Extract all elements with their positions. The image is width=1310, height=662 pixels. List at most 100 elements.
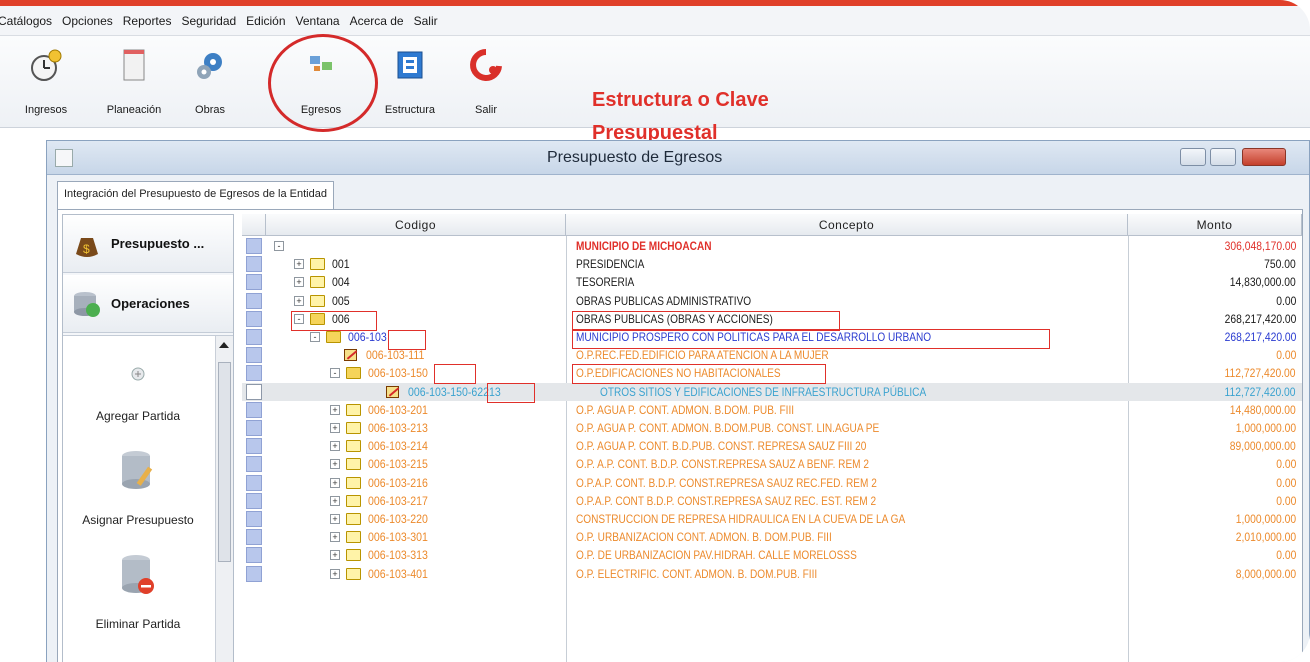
table-row[interactable]: +006-103-301 O.P. URBANIZACION CONT. ADMO… — [242, 528, 1302, 546]
cell-monto: 0.00 — [1275, 348, 1296, 363]
row-selector[interactable] — [246, 565, 262, 582]
row-selector[interactable] — [246, 456, 262, 473]
scroll-up-icon[interactable] — [219, 342, 229, 348]
cell-concepto: CONSTRUCCION DE REPRESA HIDRAULICA EN LA… — [576, 512, 906, 526]
menu-ventana[interactable]: Ventana — [296, 14, 340, 28]
collapse-icon[interactable]: - — [330, 368, 340, 379]
row-selector[interactable] — [246, 474, 262, 491]
cell-monto: 0.00 — [1275, 493, 1296, 508]
table-row[interactable]: +006-103-214 O.P. AGUA P. CONT. B.D.PUB. … — [242, 437, 1302, 455]
table-row[interactable]: +006-103-220 CONSTRUCCION DE REPRESA HIDR… — [242, 510, 1302, 528]
menu-seguridad[interactable]: Seguridad — [181, 14, 236, 28]
expand-icon[interactable]: + — [330, 441, 340, 452]
budget-tree-grid: Codigo Concepto Monto - MUNICIPIO DE MICH… — [242, 214, 1302, 662]
clock-icon — [29, 48, 63, 82]
expand-icon[interactable]: + — [294, 295, 304, 306]
table-row[interactable]: - MUNICIPIO DE MICHOACAN 306,048,170.00 — [242, 237, 1302, 255]
row-selector[interactable] — [246, 511, 262, 527]
agregar-partida-button[interactable]: Agregar Partida — [63, 366, 213, 423]
document-icon — [117, 48, 151, 82]
menu-edicion[interactable]: Edición — [246, 14, 285, 28]
row-selector[interactable] — [246, 329, 262, 345]
expand-icon[interactable]: + — [294, 259, 304, 270]
expand-icon[interactable]: + — [330, 568, 340, 579]
cell-concepto: O.P. ELECTRIFIC. CONT. ADMON. B. DOM.PUB… — [576, 566, 818, 581]
expand-icon[interactable]: + — [330, 514, 340, 524]
menu-catalogos[interactable]: Catálogos — [0, 14, 52, 28]
row-selector[interactable] — [246, 365, 262, 382]
header-concepto[interactable]: Concepto — [566, 214, 1128, 236]
folder-open-icon — [326, 331, 341, 343]
expand-icon[interactable]: + — [330, 423, 340, 433]
cell-monto: 1,000,000.00 — [1235, 421, 1296, 435]
row-selector[interactable] — [246, 420, 262, 436]
table-row[interactable]: +006-103-216 O.P.A.P. CONT. B.D.P. CONST.… — [242, 474, 1302, 492]
collapse-icon[interactable]: - — [310, 332, 320, 342]
folder-icon — [310, 294, 325, 307]
row-selector[interactable] — [246, 256, 262, 273]
row-selector[interactable] — [246, 492, 262, 509]
scroll-thumb[interactable] — [218, 362, 231, 562]
nav-presupuesto[interactable]: $ Presupuesto ... — [63, 215, 233, 273]
table-row[interactable]: +001 PRESIDENCIA 750.00 — [242, 255, 1302, 273]
row-selector[interactable] — [246, 347, 262, 364]
expand-icon[interactable]: + — [330, 495, 340, 506]
cell-concepto: OTROS SITIOS Y EDIFICACIONES DE INFRAEST… — [600, 384, 927, 399]
cell-concepto: TESORERIA — [576, 275, 635, 290]
salir-button[interactable]: Salir — [446, 44, 526, 124]
menu-salir[interactable]: Salir — [414, 14, 438, 28]
header-codigo[interactable]: Codigo — [266, 214, 566, 236]
tab-integracion[interactable]: Integración del Presupuesto de Egresos d… — [57, 181, 334, 209]
obras-button[interactable]: Obras — [170, 44, 250, 124]
row-selector[interactable] — [246, 547, 262, 564]
row-selector[interactable] — [246, 310, 262, 327]
table-row[interactable]: +005 OBRAS PUBLICAS ADMINISTRATIVO 0.00 — [242, 292, 1302, 310]
collapse-icon[interactable]: - — [274, 241, 284, 251]
expand-icon[interactable]: + — [330, 459, 340, 470]
item-edit-icon — [344, 349, 357, 362]
planeacion-button[interactable]: Planeación — [94, 44, 174, 124]
table-row[interactable]: +006-103-313 O.P. DE URBANIZACION PAV.HID… — [242, 546, 1302, 564]
row-selector[interactable] — [246, 383, 262, 400]
expand-icon[interactable]: + — [330, 550, 340, 561]
actions-panel: Agregar Partida Asignar Presupuesto Elim… — [63, 335, 233, 662]
table-row[interactable]: +006-103-215 O.P. A.P. CONT. B.D.P. CONST… — [242, 455, 1302, 473]
expand-icon[interactable]: + — [330, 477, 340, 488]
minimize-button[interactable] — [1180, 148, 1206, 166]
gears-icon — [193, 48, 227, 82]
row-selector[interactable] — [246, 401, 262, 418]
eliminar-partida-button[interactable]: Eliminar Partida — [63, 552, 213, 631]
toolbar: Ingresos Planeación Obras Egresos Estruc… — [0, 36, 1310, 144]
expand-icon[interactable]: + — [330, 532, 340, 543]
cell-concepto: O.P. AGUA P. CONT. ADMON. B.DOM. PUB. FI… — [576, 402, 795, 417]
table-row[interactable]: +006-103-213 O.P. AGUA P. CONT. ADMON. B.… — [242, 419, 1302, 437]
nav-operaciones[interactable]: Operaciones — [63, 275, 233, 333]
expand-icon[interactable]: + — [294, 277, 304, 288]
row-selector[interactable] — [246, 438, 262, 455]
table-row[interactable]: +006-103-217 O.P.A.P. CONT B.D.P. CONST.R… — [242, 492, 1302, 510]
ingresos-button[interactable]: Ingresos — [6, 44, 86, 124]
actions-scrollbar[interactable] — [215, 336, 233, 662]
table-row[interactable]: +006-103-201 O.P. AGUA P. CONT. ADMON. B.… — [242, 401, 1302, 419]
maximize-button[interactable] — [1210, 148, 1236, 166]
row-selector[interactable] — [246, 292, 262, 309]
menu-reportes[interactable]: Reportes — [123, 14, 172, 28]
row-selector[interactable] — [246, 238, 262, 254]
window-title: Presupuesto de Egresos — [547, 149, 723, 166]
estructura-button[interactable]: Estructura — [370, 44, 450, 124]
close-button[interactable] — [1242, 148, 1286, 166]
row-selector[interactable] — [246, 274, 262, 291]
row-selector[interactable] — [246, 529, 262, 546]
cell-codigo: 006-103-201 — [368, 402, 428, 417]
table-row[interactable]: +006-103-401 O.P. ELECTRIFIC. CONT. ADMON… — [242, 565, 1302, 583]
table-row[interactable]: 006-103-150-62213 OTROS SITIOS Y EDIFICAC… — [242, 382, 1302, 401]
cell-codigo: 006-103-220 — [368, 512, 428, 526]
header-monto[interactable]: Monto — [1128, 214, 1302, 236]
folder-icon — [346, 422, 361, 434]
cell-concepto: PRESIDENCIA — [576, 257, 645, 272]
menu-acerca-de[interactable]: Acerca de — [350, 14, 404, 28]
menu-opciones[interactable]: Opciones — [62, 14, 113, 28]
asignar-presupuesto-button[interactable]: Asignar Presupuesto — [63, 448, 213, 527]
table-row[interactable]: +004 TESORERIA 14,830,000.00 — [242, 273, 1302, 291]
expand-icon[interactable]: + — [330, 404, 340, 415]
